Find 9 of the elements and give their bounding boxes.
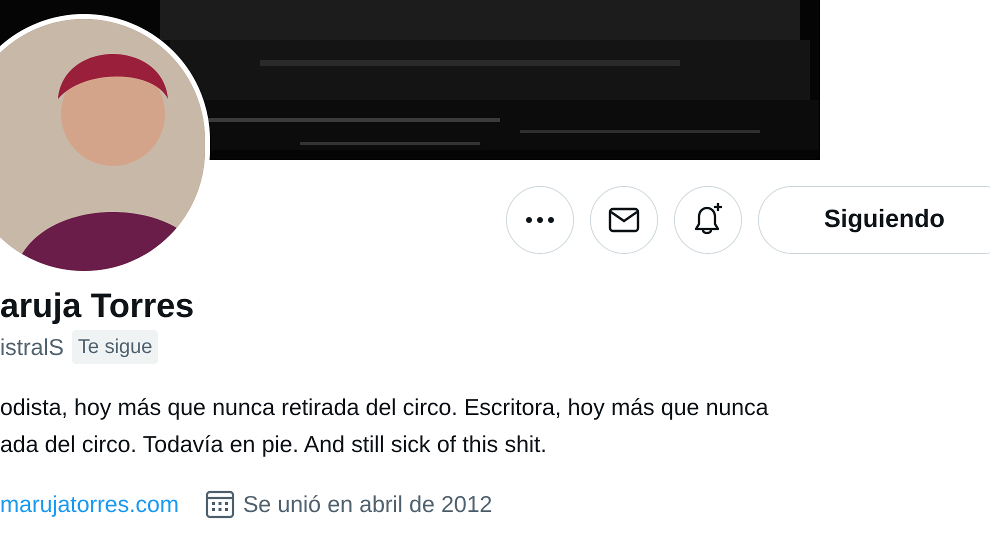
following-button[interactable]: Siguiendo [758,186,990,254]
bio: odista, hoy más que nunca retirada del circo. Escritora, hoy más que nunca ada del circo. Todavía en pie. And still sick of this shit. [0,392,770,459]
profile-name: aruja Torres [0,286,196,326]
envelope-icon [608,207,640,233]
follows-you-badge: Te sigue [72,330,158,364]
join-date: Se unió en abril de 2012 [242,490,492,518]
more-icon [525,216,555,224]
calendar-icon [204,488,235,519]
profile-handle: istralS [0,333,64,362]
